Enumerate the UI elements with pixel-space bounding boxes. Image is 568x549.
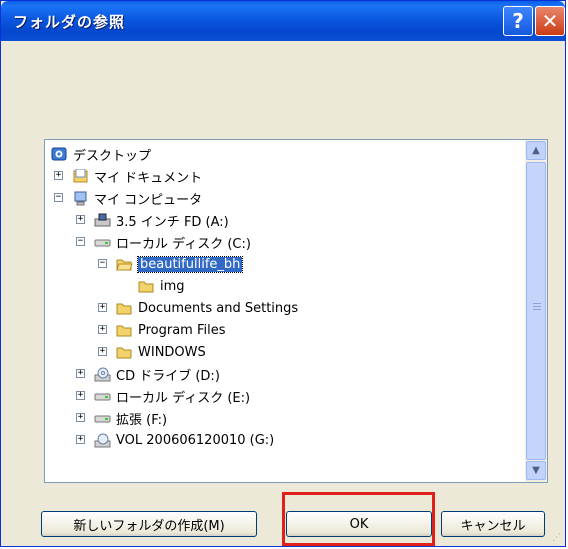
expand-plus-icon[interactable]: + [98, 303, 107, 312]
tree-item-extended-f[interactable]: + 拡張 (F:) [76, 407, 167, 429]
hard-disk-icon [94, 389, 111, 404]
my-documents-icon [72, 168, 89, 184]
folder-icon [116, 323, 133, 338]
dialog-title: フォルダの参照 [13, 13, 126, 31]
grip-line [533, 309, 541, 310]
expand-plus-icon[interactable]: + [54, 171, 63, 180]
close-icon: ✕ [541, 9, 559, 33]
cd-drive-icon [94, 433, 111, 448]
tree-item-img[interactable]: img [120, 275, 185, 297]
desktop-icon [51, 147, 68, 162]
tree-content: デスクトップ + マイ ドキュメント − マイ コンピュータ + 3.5 インチ… [45, 140, 525, 482]
tree-item-documents-and-settings[interactable]: + Documents and Settings [98, 297, 298, 319]
folder-icon [138, 279, 155, 294]
tree-item-local-disk-e[interactable]: + ローカル ディスク (E:) [76, 385, 250, 407]
expand-plus-icon[interactable]: + [76, 391, 85, 400]
title-bar[interactable]: フォルダの参照 ? ✕ [1, 1, 565, 41]
expand-plus-icon[interactable]: + [98, 347, 107, 356]
chevron-up-icon: ▲ [532, 145, 540, 156]
tree-item-desktop[interactable]: デスクトップ [51, 143, 151, 165]
my-computer-icon [72, 191, 89, 206]
tree-item-windows[interactable]: + WINDOWS [98, 341, 206, 363]
resize-grip-icon[interactable]: ⋰ [552, 533, 561, 543]
expand-plus-icon[interactable]: + [76, 413, 85, 422]
floppy-drive-icon [94, 213, 111, 228]
expand-plus-icon[interactable]: + [76, 435, 85, 444]
tree-item-program-files[interactable]: + Program Files [98, 319, 226, 341]
tree-item-cd-drive-d[interactable]: + CD ドライブ (D:) [76, 363, 220, 385]
expand-plus-icon[interactable]: + [76, 215, 85, 224]
hard-disk-icon [94, 411, 111, 426]
tree-item-floppy-a[interactable]: + 3.5 インチ FD (A:) [76, 209, 229, 231]
cancel-button[interactable]: キャンセル [441, 511, 545, 537]
open-folder-icon [116, 257, 133, 272]
scroll-down-button[interactable]: ▼ [526, 461, 546, 480]
tree-item-vol-g[interactable]: + VOL 200606120010 (G:) [76, 429, 274, 451]
expand-plus-icon[interactable]: + [76, 369, 85, 378]
grip-line [533, 306, 541, 307]
new-folder-button[interactable]: 新しいフォルダの作成(M) [41, 511, 257, 537]
tree-item-my-computer[interactable]: − マイ コンピュータ [54, 187, 202, 209]
folder-icon [116, 301, 133, 316]
tree-item-my-documents[interactable]: + マイ ドキュメント [54, 165, 202, 187]
chevron-down-icon: ▼ [532, 465, 540, 476]
scroll-up-button[interactable]: ▲ [526, 141, 546, 160]
hard-disk-icon [94, 235, 111, 250]
grip-line [533, 303, 541, 304]
tree-item-local-disk-c[interactable]: − ローカル ディスク (C:) [76, 231, 251, 253]
collapse-minus-icon[interactable]: − [98, 259, 107, 268]
scroll-thumb[interactable] [526, 162, 546, 460]
close-button[interactable]: ✕ [535, 6, 565, 36]
highlight-box [282, 492, 435, 546]
folder-icon [116, 345, 133, 360]
collapse-minus-icon[interactable]: − [76, 237, 85, 246]
expand-plus-icon[interactable]: + [98, 325, 107, 334]
browse-folder-dialog: フォルダの参照 ? ✕ デスクトップ + マイ ドキュメント − マイ コンピュ… [0, 0, 566, 547]
tree-item-beautifullife-bh[interactable]: − beautifullife_bh [98, 253, 244, 275]
folder-tree[interactable]: デスクトップ + マイ ドキュメント − マイ コンピュータ + 3.5 インチ… [44, 139, 548, 483]
cd-drive-icon [94, 367, 111, 382]
vertical-scrollbar[interactable]: ▲ ▼ [525, 140, 547, 482]
collapse-minus-icon[interactable]: − [54, 193, 63, 202]
help-icon: ? [512, 9, 524, 33]
help-button[interactable]: ? [503, 6, 533, 36]
